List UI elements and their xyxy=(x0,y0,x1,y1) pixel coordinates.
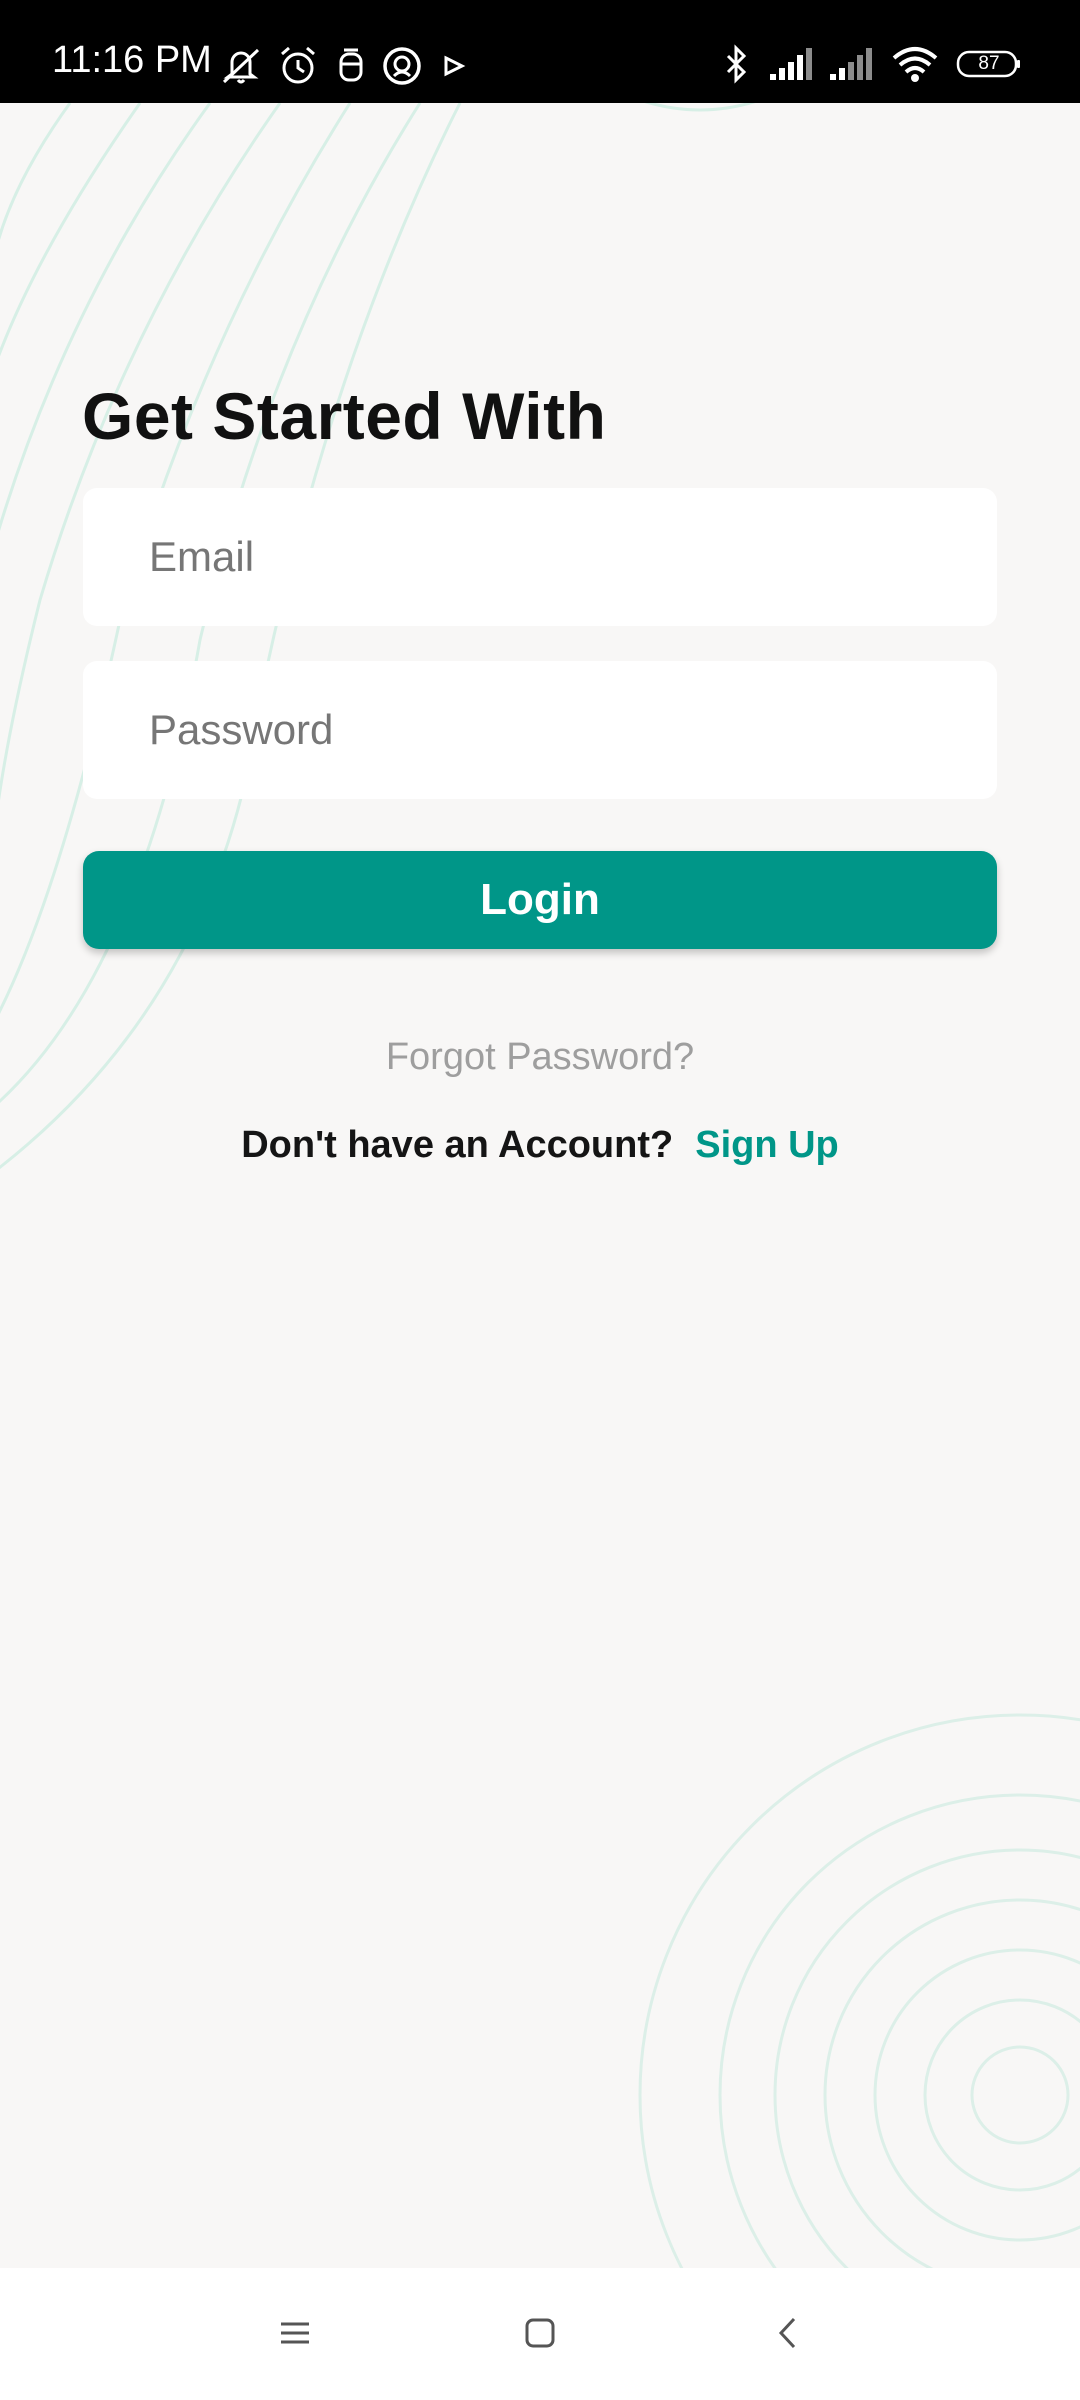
signup-row: Don't have an Account? Sign Up xyxy=(0,1122,1080,1168)
nav-menu-button[interactable] xyxy=(255,2298,335,2368)
signal-icon xyxy=(770,48,812,80)
home-icon xyxy=(525,2318,555,2348)
password-field[interactable] xyxy=(83,661,997,799)
status-bar: 11:16 PM 87 xyxy=(0,0,1080,103)
sign-up-link[interactable]: Sign Up xyxy=(695,1124,839,1166)
nav-back-button[interactable] xyxy=(748,2298,828,2368)
navigation-bar xyxy=(0,2268,1080,2400)
menu-icon xyxy=(281,2322,309,2344)
signal-icon xyxy=(830,48,872,80)
notification-icon xyxy=(339,48,363,82)
nav-home-button[interactable] xyxy=(500,2298,580,2368)
battery-level: 87 xyxy=(978,53,1000,74)
mute-icon xyxy=(222,48,260,84)
page-title: Get Started With xyxy=(82,379,607,453)
alarm-icon xyxy=(281,46,315,84)
status-time: 11:16 PM xyxy=(52,39,212,81)
forgot-password-link[interactable]: Forgot Password? xyxy=(0,1035,1080,1079)
no-account-text: Don't have an Account? xyxy=(241,1124,674,1166)
status-icons-right: 87 xyxy=(720,42,1040,86)
email-field[interactable] xyxy=(83,488,997,626)
back-icon xyxy=(778,2317,796,2349)
app-icon xyxy=(383,47,421,85)
play-icon xyxy=(444,55,466,77)
wifi-icon xyxy=(892,47,938,82)
bluetooth-icon xyxy=(726,44,747,84)
login-button[interactable]: Login xyxy=(83,851,997,949)
